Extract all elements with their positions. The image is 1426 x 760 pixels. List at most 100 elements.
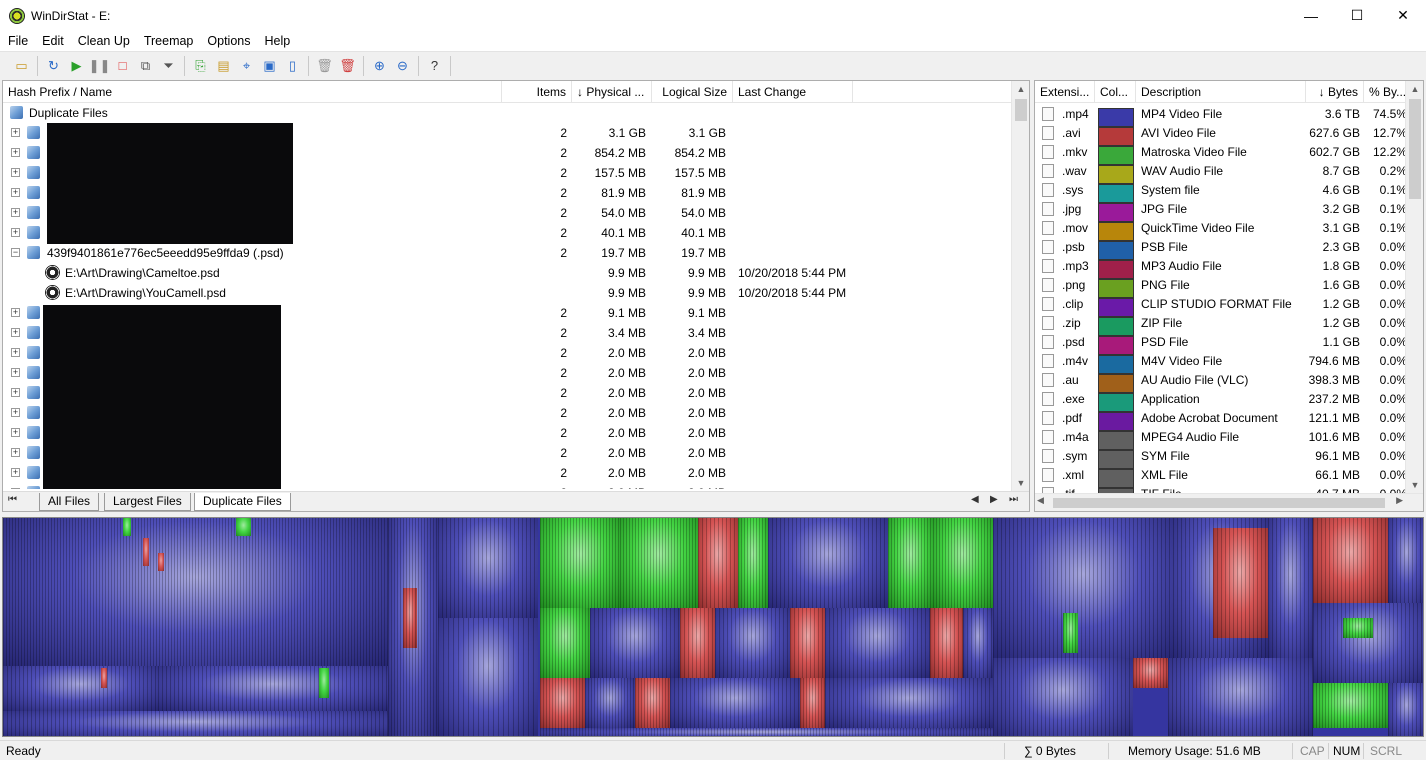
extension-row[interactable]: .pdf Adobe Acrobat Document 121.1 MB 0.0%	[1035, 409, 1407, 431]
tab-prev-icon[interactable]: ◀	[971, 494, 979, 505]
expand-icon[interactable]: +	[11, 168, 20, 177]
open-folder-icon[interactable]: ▭	[10, 55, 33, 77]
treemap-block[interactable]	[800, 678, 825, 728]
menu-options[interactable]: Options	[200, 34, 257, 48]
treemap-block[interactable]	[540, 678, 585, 728]
column-percent[interactable]: % By...	[1364, 81, 1407, 103]
treemap-block[interactable]	[101, 668, 107, 688]
treemap-block[interactable]	[1313, 603, 1423, 683]
tab-largest-files[interactable]: Largest Files	[104, 493, 191, 511]
delete-icon[interactable]: 🗑	[336, 55, 359, 77]
scroll-down-icon[interactable]: ▼	[1406, 477, 1424, 493]
treemap-block[interactable]	[670, 678, 800, 728]
expand-icon[interactable]: +	[11, 388, 20, 397]
tab-all-files[interactable]: All Files	[39, 493, 100, 511]
expand-icon[interactable]: +	[11, 368, 20, 377]
properties-icon[interactable]: ▣	[258, 55, 281, 77]
list-item-root[interactable]: Duplicate Files	[3, 103, 1012, 123]
extension-row[interactable]: .m4v M4V Video File 794.6 MB 0.0%	[1035, 352, 1407, 374]
expand-icon[interactable]: +	[11, 208, 20, 217]
copy-icon[interactable]: ⎘	[189, 55, 212, 77]
treemap-block[interactable]	[1213, 528, 1268, 638]
list-item[interactable]: − 439f9401861e776ec5eeedd95e9ffda9 (.psd)…	[3, 243, 1012, 263]
treemap-block[interactable]	[825, 678, 993, 728]
menu-file[interactable]: File	[0, 34, 35, 48]
treemap[interactable]	[2, 517, 1424, 737]
tab-next-icon[interactable]: ▶	[990, 494, 998, 505]
scroll-down-icon[interactable]: ▼	[1012, 475, 1030, 491]
treemap-block[interactable]	[438, 618, 538, 736]
extension-row[interactable]: .psd PSD File 1.1 GB 0.0%	[1035, 333, 1407, 355]
treemap-block[interactable]	[790, 608, 825, 678]
treemap-block[interactable]	[1133, 658, 1168, 688]
treemap-block[interactable]	[738, 518, 768, 608]
menu-treemap[interactable]: Treemap	[137, 34, 201, 48]
column-extension[interactable]: Extensi...	[1035, 81, 1095, 103]
scroll-left-icon[interactable]: ◀	[1037, 495, 1044, 506]
menu-help[interactable]: Help	[257, 34, 297, 48]
expand-icon[interactable]: +	[11, 428, 20, 437]
treemap-block[interactable]	[993, 518, 1173, 658]
filter-icon[interactable]: ⏷	[157, 55, 180, 77]
list-item[interactable]: E:\Art\Drawing\YouCamell.psd 9.9 MB 9.9 MB…	[3, 283, 1012, 303]
extension-row[interactable]: .exe Application 237.2 MB 0.0%	[1035, 390, 1407, 412]
tab-first-icon[interactable]: ⏮	[8, 494, 17, 505]
treemap-block[interactable]	[1313, 518, 1388, 603]
zoom-out-icon[interactable]: ⊖	[391, 55, 414, 77]
expand-icon[interactable]: +	[11, 148, 20, 157]
scroll-up-icon[interactable]: ▲	[1406, 81, 1424, 97]
treemap-block[interactable]	[236, 518, 251, 536]
expand-icon[interactable]: +	[11, 488, 20, 489]
tab-duplicate-files[interactable]: Duplicate Files	[194, 493, 291, 511]
treemap-block[interactable]	[590, 608, 680, 678]
extension-row[interactable]: .mp4 MP4 Video File 3.6 TB 74.5%	[1035, 105, 1407, 127]
treemap-block[interactable]	[143, 538, 149, 566]
extension-row[interactable]: .mov QuickTime Video File 3.1 GB 0.1%	[1035, 219, 1407, 241]
treemap-block[interactable]	[158, 666, 388, 711]
menu-clean-up[interactable]: Clean Up	[71, 34, 137, 48]
treemap-block[interactable]	[540, 728, 993, 736]
minimize-button[interactable]: —	[1288, 0, 1334, 31]
recycle-icon[interactable]: 🗑	[313, 55, 336, 77]
extension-row[interactable]: .tif TIF File 40.7 MB 0.0%	[1035, 485, 1407, 493]
extension-row[interactable]: .sym SYM File 96.1 MB 0.0%	[1035, 447, 1407, 469]
treemap-block[interactable]	[1268, 518, 1313, 658]
treemap-block[interactable]	[1063, 613, 1078, 653]
treemap-block[interactable]	[825, 608, 930, 678]
copy-path-icon[interactable]: ⧉	[134, 55, 157, 77]
expand-icon[interactable]: +	[11, 468, 20, 477]
play-icon[interactable]: ▶	[65, 55, 88, 77]
expand-icon[interactable]: +	[11, 128, 20, 137]
pause-icon[interactable]: ❚❚	[88, 55, 111, 77]
treemap-block[interactable]	[680, 608, 715, 678]
extension-row[interactable]: .mp3 MP3 Audio File 1.8 GB 0.0%	[1035, 257, 1407, 279]
column-description[interactable]: Description	[1136, 81, 1306, 103]
treemap-block[interactable]	[930, 608, 963, 678]
treemap-block[interactable]	[438, 518, 538, 618]
treemap-block[interactable]	[1388, 683, 1423, 736]
treemap-block[interactable]	[1313, 683, 1388, 728]
select-icon[interactable]: ⌖	[235, 55, 258, 77]
treemap-block[interactable]	[585, 678, 635, 728]
expand-icon[interactable]: +	[11, 308, 20, 317]
extension-horizontal-scrollbar[interactable]: ◀ ▶	[1035, 493, 1423, 511]
column-bytes[interactable]: ↓ Bytes	[1306, 81, 1364, 103]
zoom-in-icon[interactable]: ⊕	[368, 55, 391, 77]
extension-row[interactable]: .png PNG File 1.6 GB 0.0%	[1035, 276, 1407, 298]
treemap-block[interactable]	[123, 518, 131, 536]
treemap-block[interactable]	[158, 553, 164, 571]
treemap-block[interactable]	[540, 608, 590, 678]
treemap-block[interactable]	[888, 518, 933, 608]
treemap-block[interactable]	[3, 711, 388, 736]
column-color[interactable]: Col...	[1095, 81, 1136, 103]
maximize-button[interactable]: ☐	[1334, 0, 1380, 31]
scroll-thumb[interactable]	[1409, 99, 1421, 199]
treemap-block[interactable]	[1343, 618, 1373, 638]
treemap-block[interactable]	[620, 518, 698, 608]
refresh-icon[interactable]: ↻	[42, 55, 65, 77]
help-icon[interactable]: ?	[423, 55, 446, 77]
treemap-block[interactable]	[963, 608, 993, 678]
scroll-up-icon[interactable]: ▲	[1012, 81, 1030, 97]
expand-icon[interactable]: +	[11, 408, 20, 417]
treemap-block[interactable]	[1388, 518, 1423, 603]
